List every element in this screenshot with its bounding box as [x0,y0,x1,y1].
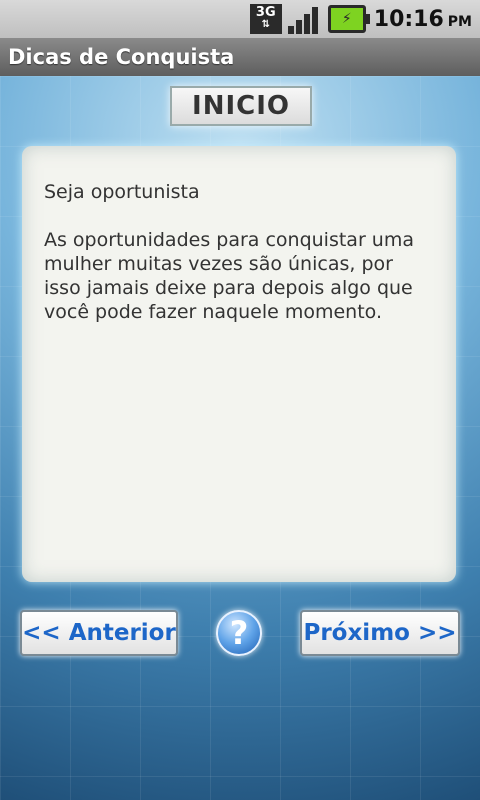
battery-charging-icon: ⚡ [327,5,370,33]
section-header: INICIO [170,86,312,126]
next-button-label: Próximo >> [303,620,457,646]
app-title: Dicas de Conquista [8,45,235,69]
section-header-label: INICIO [192,91,290,121]
status-bar: 3G ⇅ ⚡ 10:16 PM [0,0,480,38]
tip-body: As oportunidades para conquistar uma mul… [44,229,414,323]
main-content: INICIO Seja oportunista As oportunidades… [0,76,480,800]
help-button[interactable]: ? [216,610,262,656]
network-type: 3G [255,5,276,20]
signal-strength-icon [287,4,320,34]
tip-card: Seja oportunista As oportunidades para c… [22,146,456,582]
next-button[interactable]: Próximo >> [300,610,460,656]
tip-title: Seja oportunista [44,181,200,203]
network-3g-icon: 3G ⇅ [249,4,282,34]
help-icon: ? [229,614,249,652]
app-title-bar: Dicas de Conquista [0,38,480,76]
status-ampm: PM [447,14,472,30]
status-time: 10:16 [373,6,444,32]
previous-button-label: << Anterior [22,620,176,646]
previous-button[interactable]: << Anterior [20,610,178,656]
